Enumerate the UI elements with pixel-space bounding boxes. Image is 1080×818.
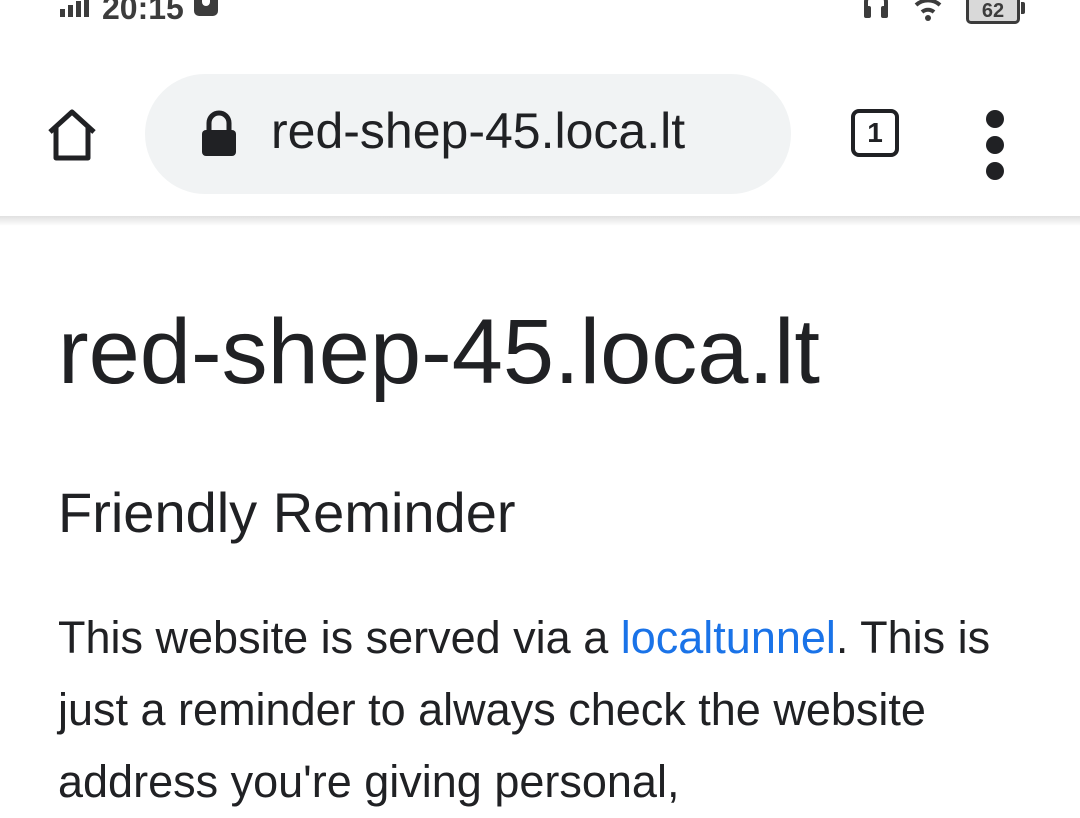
mic-icon	[192, 0, 220, 28]
menu-dot	[986, 162, 1004, 180]
localtunnel-link[interactable]: localtunnel	[621, 612, 836, 663]
lock-icon[interactable]	[199, 110, 239, 158]
menu-dot	[986, 136, 1004, 154]
home-button[interactable]	[40, 102, 104, 166]
tab-count: 1	[867, 117, 883, 148]
tab-switcher-button[interactable]: 1	[846, 104, 904, 162]
address-bar[interactable]: red-shep-45.loca.lt	[145, 74, 791, 194]
tab-switcher-icon: 1	[851, 109, 899, 157]
status-bar: 20:15 62	[0, 0, 1080, 30]
paragraph-text-start: This website is served via a	[58, 612, 621, 663]
wifi-icon	[908, 0, 948, 27]
more-vert-icon[interactable]	[972, 110, 1018, 220]
toolbar-shadow	[0, 216, 1080, 226]
browser-toolbar: red-shep-45.loca.lt 1	[0, 30, 1080, 216]
status-left: 20:15	[58, 0, 220, 28]
reminder-paragraph: This website is served via a localtunnel…	[58, 602, 1018, 818]
battery-level: 62	[981, 0, 1005, 22]
menu-dot	[986, 110, 1004, 128]
battery-icon: 62	[966, 0, 1025, 24]
headset-icon	[862, 0, 890, 27]
home-icon	[48, 109, 96, 161]
signal-icon	[58, 0, 94, 27]
url-text[interactable]: red-shep-45.loca.lt	[271, 102, 685, 160]
status-time: 20:15	[102, 0, 184, 26]
page-title: red-shep-45.loca.lt	[58, 301, 820, 403]
page-subtitle: Friendly Reminder	[58, 481, 516, 544]
status-right: 62	[862, 0, 1025, 27]
